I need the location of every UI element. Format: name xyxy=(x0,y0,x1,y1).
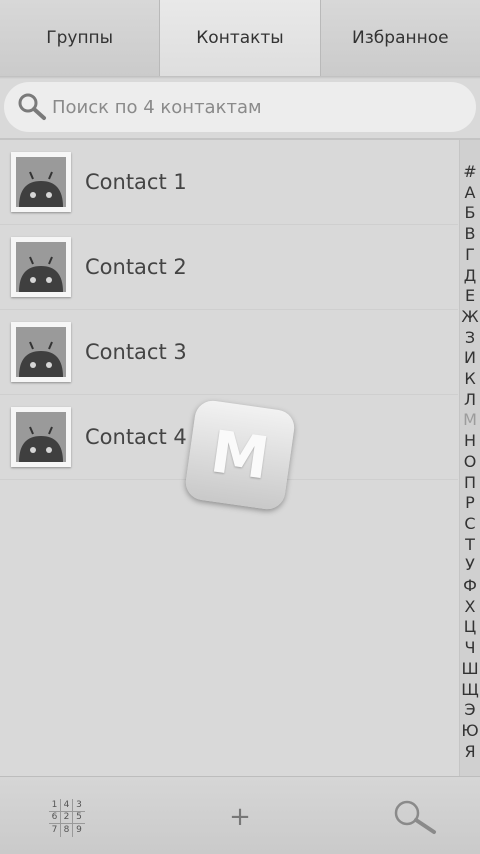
list-item[interactable]: Contact 2 xyxy=(0,225,458,310)
index-letter[interactable]: Ч xyxy=(465,638,476,659)
contact-name: Contact 2 xyxy=(85,255,187,279)
tab-contacts[interactable]: Контакты xyxy=(160,0,321,76)
dialpad-digit: 6 xyxy=(49,811,61,825)
index-letter[interactable]: Р xyxy=(465,493,475,514)
index-letter[interactable]: Л xyxy=(464,390,476,411)
contact-name: Contact 1 xyxy=(85,170,187,194)
tab-favorites[interactable]: Избранное xyxy=(320,0,480,76)
index-letter[interactable]: Ж xyxy=(461,307,478,328)
index-letter[interactable]: Т xyxy=(465,535,475,556)
avatar xyxy=(11,407,71,467)
index-letter[interactable]: Х xyxy=(465,597,476,618)
index-letter[interactable]: Я xyxy=(464,742,475,763)
search-icon[interactable] xyxy=(390,799,438,835)
list-item[interactable]: Contact 3 xyxy=(0,310,458,395)
tab-bar-shadow xyxy=(0,76,480,79)
search-placeholder: Поиск по 4 контактам xyxy=(52,96,262,118)
dialpad-button[interactable]: 143625789 xyxy=(49,799,85,837)
android-icon xyxy=(19,171,63,207)
index-letter[interactable]: П xyxy=(464,473,476,494)
dialpad-digit: 3 xyxy=(73,799,85,812)
index-letter[interactable]: А xyxy=(465,183,476,204)
index-letter[interactable]: О xyxy=(464,452,477,473)
dialpad-digit: 9 xyxy=(76,825,82,836)
avatar xyxy=(11,237,71,297)
bottom-toolbar: 143625789 + xyxy=(0,776,480,854)
avatar xyxy=(11,152,71,212)
tab-groups[interactable]: Группы xyxy=(0,0,161,76)
contact-name: Contact 3 xyxy=(85,340,187,364)
index-letter[interactable]: Щ xyxy=(461,680,479,701)
add-contact-button[interactable]: + xyxy=(228,804,252,830)
index-letter[interactable]: Э xyxy=(464,700,475,721)
index-letter[interactable]: Д xyxy=(464,266,477,287)
index-letter[interactable]: Е xyxy=(465,286,475,307)
index-letter[interactable]: К xyxy=(464,369,475,390)
index-letter[interactable]: М xyxy=(463,410,477,431)
index-letter[interactable]: Г xyxy=(465,245,475,266)
dialpad-digit: 1 xyxy=(49,799,61,812)
index-letter[interactable]: З xyxy=(465,328,475,349)
avatar xyxy=(11,322,71,382)
dialpad-digit: 5 xyxy=(73,812,85,825)
index-letter[interactable]: Н xyxy=(464,431,476,452)
dialpad-digit: 7 xyxy=(49,824,61,837)
popup-letter: M xyxy=(206,417,274,493)
dialpad-digit: 2 xyxy=(61,811,73,825)
index-letter[interactable]: Ф xyxy=(463,576,477,597)
dialpad-digit: 4 xyxy=(61,799,73,812)
tab-bar: Группы Контакты Избранное xyxy=(0,0,480,76)
index-letter[interactable]: Ц xyxy=(464,617,476,638)
index-letter[interactable]: Ю xyxy=(461,721,478,742)
android-icon xyxy=(19,426,63,462)
contact-name: Contact 4 xyxy=(85,425,187,449)
index-letter[interactable]: И xyxy=(464,348,476,369)
alphabet-index-bar[interactable]: # А Б В Г Д Е Ж З И К Л М Н О П Р С Т У Ф Х Ц Ч Ш Щ Э Ю Я xyxy=(459,140,480,776)
index-letter[interactable]: В xyxy=(465,224,476,245)
index-letter[interactable]: # xyxy=(463,162,476,183)
search-icon xyxy=(18,93,46,120)
dialpad-digit: 8 xyxy=(61,824,73,837)
index-letter[interactable]: У xyxy=(465,555,475,576)
android-icon xyxy=(19,341,63,377)
android-icon xyxy=(19,256,63,292)
index-letter[interactable]: С xyxy=(464,514,475,535)
index-letter[interactable]: Ш xyxy=(461,659,478,680)
index-letter-popup: M xyxy=(183,398,297,512)
search-input[interactable]: Поиск по 4 контактам xyxy=(4,82,476,132)
list-item[interactable]: Contact 1 xyxy=(0,140,458,225)
index-letter[interactable]: Б xyxy=(465,203,476,224)
